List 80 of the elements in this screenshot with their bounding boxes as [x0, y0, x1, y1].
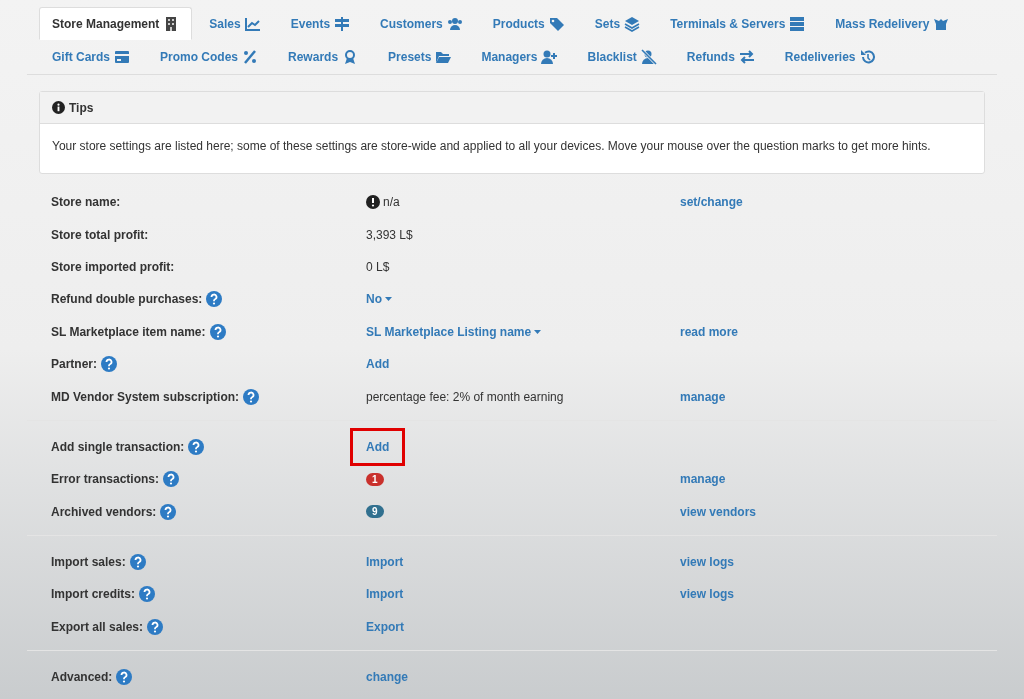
caret-icon — [534, 329, 542, 334]
exclamation-icon — [366, 195, 380, 210]
help-icon[interactable] — [209, 323, 226, 340]
setting-label: Store total profit: — [51, 226, 149, 244]
dropdown-link[interactable]: SL Marketplace Listing name — [366, 322, 542, 341]
action-link[interactable]: manage — [680, 470, 726, 489]
action-link[interactable]: read more — [680, 322, 739, 341]
caret-icon — [385, 297, 392, 302]
setting-label: Advanced: — [51, 669, 113, 687]
help-icon[interactable] — [139, 586, 155, 603]
action-link[interactable]: view logs — [680, 553, 735, 572]
nav-tab[interactable]: Redeliveries — [771, 40, 889, 73]
setting-label: Refund double purchases: — [51, 291, 203, 309]
setting-label: Export all sales: — [51, 618, 144, 636]
setting-value: 0 L$ — [366, 258, 390, 276]
action-link[interactable]: change — [366, 668, 408, 687]
nav-tab[interactable]: Refunds — [673, 40, 768, 73]
setting-label: Error transactions: — [51, 471, 160, 489]
help-icon[interactable] — [116, 669, 133, 686]
action-link[interactable]: Add — [366, 439, 390, 454]
setting-label: Import credits: — [51, 586, 135, 604]
history-icon — [859, 48, 876, 65]
nav-tab[interactable]: Sets — [581, 7, 654, 40]
nav-tab[interactable]: Products — [479, 7, 578, 40]
tags-icon — [548, 15, 565, 32]
setting-label: Partner: — [51, 356, 97, 374]
add-user-icon — [541, 48, 558, 65]
action-link[interactable]: Import — [366, 585, 404, 604]
help-icon[interactable] — [147, 618, 164, 635]
count-badge: 9 — [366, 505, 384, 519]
setting-label: MD Vendor System subscription: — [51, 388, 240, 406]
setting-label: Add single transaction: — [51, 438, 185, 456]
nav-tab[interactable]: Promo Codes — [147, 40, 272, 73]
info-icon — [52, 101, 65, 114]
percent-icon — [242, 48, 259, 65]
nav-tab[interactable]: Customers — [367, 7, 476, 40]
server-icon — [789, 15, 806, 32]
action-link[interactable]: view vendors — [680, 502, 757, 521]
setting-value: percentage fee: 2% of month earning — [366, 388, 564, 406]
nav-tab[interactable]: Store Management — [39, 7, 193, 40]
dropdown-link[interactable]: No — [366, 290, 392, 309]
nav-tab[interactable]: Terminals & Servers — [657, 7, 819, 40]
credit-card-icon — [114, 48, 130, 65]
nav-tab[interactable]: Mass Redelivery — [822, 7, 963, 40]
user-slash-icon — [640, 48, 657, 65]
action-link[interactable]: Add — [366, 355, 390, 374]
help-icon[interactable] — [160, 503, 177, 520]
action-link[interactable]: manage — [680, 387, 726, 406]
nav-tab[interactable]: Sales — [196, 7, 274, 40]
help-icon[interactable] — [101, 356, 117, 373]
count-badge: 1 — [366, 472, 384, 486]
setting-label: SL Marketplace item name: — [51, 323, 206, 341]
exchange-icon — [738, 48, 755, 65]
signpost-icon — [334, 15, 351, 32]
setting-label: Archived vendors: — [51, 503, 157, 521]
action-link[interactable]: view logs — [680, 585, 735, 604]
setting-value: 3,393 L$ — [366, 226, 413, 244]
nav-tab[interactable]: Managers — [468, 40, 571, 73]
tips-text: Your store settings are listed here; some of these settings are store-wide and applied to all your devices. Move your mouse over the question marks to get more hints. — [52, 138, 932, 155]
setting-label: Store name: — [51, 194, 121, 212]
nav-tab[interactable]: Blacklist — [574, 40, 670, 73]
help-icon[interactable] — [243, 388, 260, 405]
nav-tab[interactable]: Gift Cards — [39, 40, 143, 73]
nav-tab[interactable]: Presets — [375, 40, 465, 73]
help-icon[interactable] — [188, 438, 205, 455]
people-icon — [446, 15, 463, 32]
setting-value: n/a — [383, 194, 400, 212]
help-icon[interactable] — [163, 471, 180, 488]
help-icon[interactable] — [206, 291, 223, 308]
action-link[interactable]: set/change — [680, 193, 743, 212]
action-link[interactable]: Export — [366, 617, 404, 636]
nav-tab[interactable]: Events — [277, 7, 364, 40]
line-chart-icon — [244, 15, 261, 32]
action-link[interactable]: Import — [366, 553, 404, 572]
nav-tab[interactable]: Rewards — [275, 40, 372, 73]
tips-title: Tips — [69, 99, 94, 117]
layers-icon — [624, 15, 641, 32]
setting-label: Store imported profit: — [51, 258, 175, 276]
setting-label: Import sales: — [51, 554, 126, 572]
help-icon[interactable] — [129, 554, 146, 571]
